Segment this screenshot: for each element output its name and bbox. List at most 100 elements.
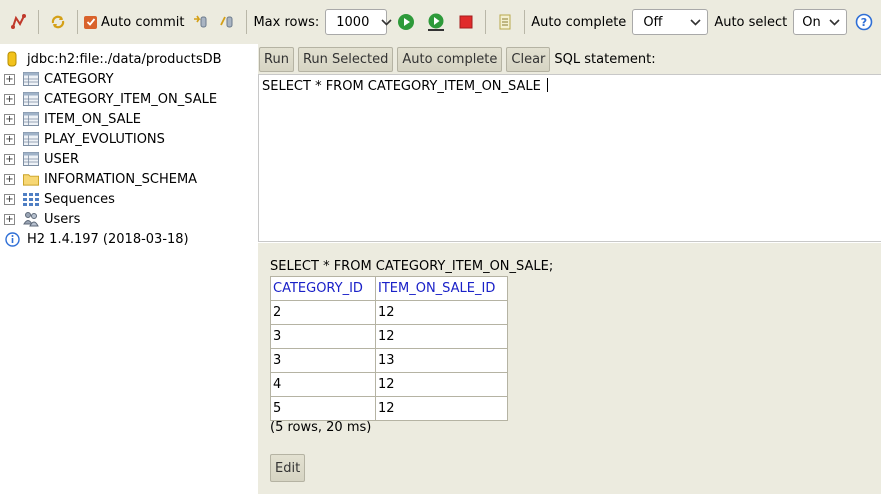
result-panel: SELECT * FROM CATEGORY_ITEM_ON_SALE; CAT… [258, 243, 881, 494]
refresh-icon[interactable] [47, 11, 69, 33]
table-icon [23, 111, 39, 127]
tree-item-label: Users [44, 211, 81, 227]
table-icon [23, 91, 39, 107]
toolbar-separator [246, 10, 248, 34]
tree-item-label: CATEGORY_ITEM_ON_SALE [44, 91, 218, 107]
edit-button[interactable]: Edit [270, 454, 306, 482]
table-cell: 12 [375, 300, 508, 325]
auto-commit-label: Auto commit [101, 14, 185, 30]
table-cell: 3 [270, 324, 376, 349]
table-cell: 5 [270, 396, 376, 421]
table-cell: 12 [375, 372, 508, 397]
column-header[interactable]: CATEGORY_ID [270, 276, 376, 301]
expand-icon[interactable]: + [4, 73, 15, 85]
table-icon [23, 131, 39, 147]
auto-select-select[interactable]: On [793, 9, 848, 35]
table-row: 2 12 [270, 300, 508, 325]
result-table: CATEGORY_ID ITEM_ON_SALE_ID 2 12 3 12 3 … [270, 276, 508, 421]
expand-icon[interactable]: + [4, 93, 15, 105]
run-button[interactable]: Run [259, 46, 294, 72]
column-header[interactable]: ITEM_ON_SALE_ID [375, 276, 508, 301]
object-tree: jdbc:h2:file:./data/productsDB + CATEGOR… [0, 44, 258, 494]
tree-item-label: INFORMATION_SCHEMA [44, 171, 198, 187]
sql-statement-label: SQL statement: [554, 51, 656, 67]
tree-item-label: USER [44, 151, 80, 167]
run-icon[interactable] [395, 11, 417, 33]
expand-icon[interactable]: + [4, 113, 15, 125]
commit-icon[interactable] [216, 11, 238, 33]
sql-editor[interactable]: SELECT * FROM CATEGORY_ITEM_ON_SALE [258, 74, 881, 242]
query-toolbar: Run Run Selected Auto complete Clear SQL… [258, 44, 881, 74]
result-query-title: SELECT * FROM CATEGORY_ITEM_ON_SALE; [270, 259, 554, 274]
expand-icon[interactable]: + [4, 193, 15, 205]
expand-icon[interactable]: + [4, 173, 15, 185]
table-icon [23, 71, 39, 87]
tree-connection[interactable]: jdbc:h2:file:./data/productsDB [4, 49, 222, 69]
auto-commit-checkbox[interactable] [84, 15, 97, 29]
database-icon [4, 51, 20, 67]
expand-icon[interactable]: + [4, 133, 15, 145]
toolbar-separator [524, 10, 526, 34]
text-caret [547, 78, 548, 92]
sequences-icon [23, 191, 39, 207]
expand-icon[interactable]: + [4, 153, 15, 165]
table-row: 3 12 [270, 324, 508, 349]
tree-item-category-item-on-sale[interactable]: + CATEGORY_ITEM_ON_SALE [4, 89, 217, 109]
table-cell: 2 [270, 300, 376, 325]
run-selected-icon[interactable] [425, 11, 447, 33]
table-cell: 12 [375, 324, 508, 349]
history-icon[interactable] [494, 11, 516, 33]
tree-item-category[interactable]: + CATEGORY [4, 69, 114, 89]
table-row: 4 12 [270, 372, 508, 397]
sql-text: SELECT * FROM CATEGORY_ITEM_ON_SALE [262, 79, 545, 94]
rollback-icon[interactable] [190, 11, 212, 33]
auto-complete-button[interactable]: Auto complete [397, 46, 503, 72]
svg-text:?: ? [861, 16, 867, 29]
run-selected-button[interactable]: Run Selected [297, 46, 394, 72]
folder-icon [23, 171, 39, 187]
connection-label: jdbc:h2:file:./data/productsDB [27, 51, 222, 67]
table-row: 3 13 [270, 348, 508, 373]
expand-icon[interactable]: + [4, 213, 15, 225]
auto-select-value: On [802, 14, 821, 30]
info-icon [4, 231, 20, 247]
auto-complete-select[interactable]: Off [632, 9, 709, 35]
table-icon [23, 151, 39, 167]
tree-item-label: PLAY_EVOLUTIONS [44, 131, 165, 147]
tree-item-play-evolutions[interactable]: + PLAY_EVOLUTIONS [4, 129, 165, 149]
tree-item-user[interactable]: + USER [4, 149, 79, 169]
toolbar-separator [77, 10, 78, 34]
disconnect-icon[interactable] [8, 11, 30, 33]
tree-item-label: Sequences [44, 191, 115, 207]
auto-select-label: Auto select [714, 14, 788, 30]
tree-item-sequences[interactable]: + Sequences [4, 189, 115, 209]
version-label: H2 1.4.197 (2018-03-18) [27, 231, 189, 247]
help-icon[interactable]: ? [853, 11, 875, 33]
auto-complete-value: Off [643, 14, 663, 30]
tree-item-users[interactable]: + Users [4, 209, 80, 229]
result-status: (5 rows, 20 ms) [270, 420, 372, 435]
max-rows-label: Max rows: [253, 14, 320, 30]
max-rows-select[interactable]: 1000 [325, 9, 392, 35]
auto-complete-label: Auto complete [531, 14, 627, 30]
chevron-down-icon [381, 15, 392, 30]
toolbar-separator [38, 10, 39, 34]
table-cell: 4 [270, 372, 376, 397]
clear-button[interactable]: Clear [506, 46, 551, 72]
tree-item-label: CATEGORY [44, 71, 114, 87]
max-rows-value: 1000 [336, 14, 370, 30]
chevron-down-icon [829, 15, 840, 30]
toolbar-separator [485, 10, 487, 34]
table-cell: 12 [375, 396, 508, 421]
table-header-row: CATEGORY_ID ITEM_ON_SALE_ID [270, 276, 508, 301]
tree-item-item-on-sale[interactable]: + ITEM_ON_SALE [4, 109, 141, 129]
stop-icon[interactable] [455, 11, 477, 33]
table-cell: 3 [270, 348, 376, 373]
toolbar: Auto commit Max rows: 1000 Auto complete… [0, 0, 881, 44]
users-icon [23, 211, 39, 227]
tree-item-information-schema[interactable]: + INFORMATION_SCHEMA [4, 169, 197, 189]
chevron-down-icon [690, 15, 701, 30]
tree-item-label: ITEM_ON_SALE [44, 111, 142, 127]
table-row: 5 12 [270, 396, 508, 421]
tree-version: H2 1.4.197 (2018-03-18) [4, 229, 189, 249]
